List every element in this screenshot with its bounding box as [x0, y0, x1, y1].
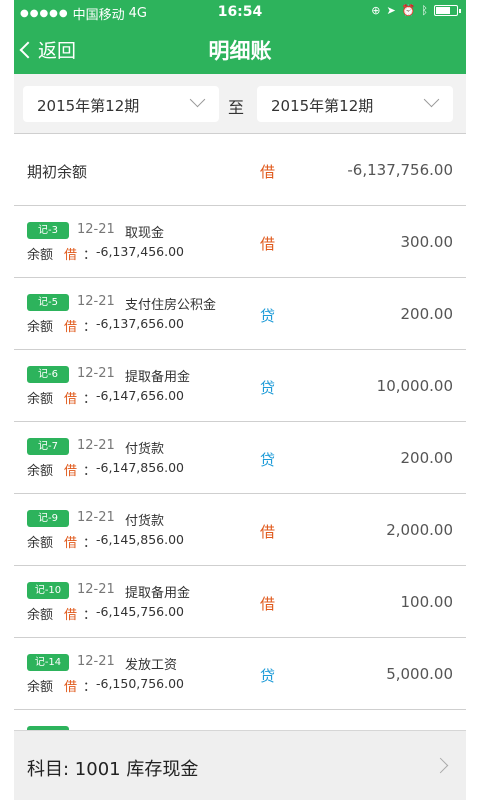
period-to-label: 至: [228, 98, 245, 117]
balance-amount: -6,145,856.00: [96, 532, 185, 547]
balance-amount: -6,137,656.00: [96, 316, 185, 331]
balance-amount: -6,137,456.00: [96, 244, 185, 259]
balance-colon: ：: [83, 392, 97, 407]
balance-direction: 借: [64, 536, 78, 551]
chevron-down-icon: [189, 91, 206, 108]
page-title: 明细账: [208, 39, 272, 63]
entry-row[interactable]: 记-7 12-21 付货款 余额 借 ： -6,147,856.00 贷 200…: [14, 422, 466, 494]
period-from-select[interactable]: 2015年第12期: [23, 86, 219, 122]
balance-label: 余额: [27, 608, 54, 623]
entry-row[interactable]: 记-14 12-21 发放工资 余额 借 ： -6,150,756.00 贷 5…: [14, 638, 466, 710]
voucher-badge: 记-5: [27, 294, 69, 311]
opening-direction: 借: [260, 163, 276, 181]
balance-label: 余额: [27, 320, 54, 335]
balance-colon: ：: [83, 680, 97, 695]
bluetooth-icon: ᛒ: [421, 4, 428, 17]
app-frame: ●●●●● 中国移动 4G 16:54 ⊕ ➤ ⏰ ᛒ 返回 明细账 2015年…: [14, 0, 466, 800]
entry-date: 12-21: [77, 294, 115, 309]
entry-direction: 贷: [260, 667, 276, 685]
entry-description: 发放工资: [125, 658, 178, 673]
opening-amount: -6,137,756.00: [347, 161, 453, 179]
chevron-right-icon: [432, 757, 449, 774]
balance-direction: 借: [64, 248, 78, 263]
balance-amount: -6,147,656.00: [96, 388, 185, 403]
status-right: ⊕ ➤ ⏰ ᛒ: [371, 4, 461, 17]
entry-amount: 100.00: [400, 593, 454, 611]
entry-direction: 贷: [260, 451, 276, 469]
entry-row[interactable]: 记-5 12-21 支付住房公积金 余额 借 ： -6,137,656.00 贷…: [14, 278, 466, 350]
account-label: 科目: 1001 库存现金: [27, 759, 199, 780]
entry-date: 12-21: [77, 654, 115, 669]
balance-colon: ：: [83, 320, 97, 335]
opening-balance-row: 期初余额 借 -6,137,756.00: [14, 134, 466, 206]
entry-amount: 200.00: [400, 305, 454, 323]
balance-amount: -6,150,756.00: [96, 676, 185, 691]
entry-description: 提取备用金: [125, 586, 191, 601]
balance-amount: -6,147,856.00: [96, 460, 185, 475]
entry-amount: 5,000.00: [386, 665, 453, 683]
entry-description: 支付住房公积金: [125, 298, 217, 313]
balance-amount: -6,145,756.00: [96, 604, 185, 619]
entry-description: 提取备用金: [125, 370, 191, 385]
entry-description: 取现金: [125, 226, 165, 241]
account-footer-bar[interactable]: 科目: 1001 库存现金: [14, 730, 466, 800]
balance-label: 余额: [27, 248, 54, 263]
balance-direction: 借: [64, 392, 78, 407]
entry-direction: 贷: [260, 379, 276, 397]
balance-direction: 借: [64, 320, 78, 335]
voucher-badge: 记-6: [27, 366, 69, 383]
entry-date: 12-21: [77, 222, 115, 237]
balance-colon: ：: [83, 608, 97, 623]
entry-amount: 300.00: [400, 233, 454, 251]
voucher-badge: 记-10: [27, 582, 69, 599]
balance-colon: ：: [83, 536, 97, 551]
location-arrow-icon: ➤: [386, 4, 396, 17]
voucher-badge: 记-9: [27, 510, 69, 527]
entry-date: 12-21: [77, 510, 115, 525]
entry-row[interactable]: 记-9 12-21 付货款 余额 借 ： -6,145,856.00 借 2,0…: [14, 494, 466, 566]
opening-balance-label: 期初余额: [27, 163, 88, 181]
nav-bar: 返回 明细账: [14, 24, 466, 74]
balance-direction: 借: [64, 680, 78, 695]
entry-date: 12-21: [77, 582, 115, 597]
entry-direction: 贷: [260, 307, 276, 325]
voucher-badge: 记-7: [27, 438, 69, 455]
status-bar: ●●●●● 中国移动 4G 16:54 ⊕ ➤ ⏰ ᛒ: [14, 0, 466, 24]
entry-amount: 200.00: [400, 449, 454, 467]
balance-colon: ：: [83, 248, 97, 263]
balance-label: 余额: [27, 392, 54, 407]
lock-rotation-icon: ⊕: [371, 4, 381, 17]
voucher-badge: 记-14: [27, 654, 69, 671]
balance-direction: 借: [64, 608, 78, 623]
entry-list: 记-3 12-21 取现金 余额 借 ： -6,137,456.00 借 300…: [14, 206, 466, 710]
entry-description: 付货款: [125, 514, 165, 529]
entry-direction: 借: [260, 235, 276, 253]
entry-amount: 2,000.00: [386, 521, 453, 539]
period-to-value: 2015年第12期: [271, 97, 374, 115]
entry-row[interactable]: 记-10 12-21 提取备用金 余额 借 ： -6,145,756.00 借 …: [14, 566, 466, 638]
entry-row[interactable]: 记-6 12-21 提取备用金 余额 借 ： -6,147,656.00 贷 1…: [14, 350, 466, 422]
entry-direction: 借: [260, 595, 276, 613]
balance-direction: 借: [64, 464, 78, 479]
entry-direction: 借: [260, 523, 276, 541]
entry-date: 12-21: [77, 438, 115, 453]
entry-date: 12-21: [77, 366, 115, 381]
alarm-icon: ⏰: [401, 4, 416, 17]
entry-amount: 10,000.00: [376, 377, 453, 395]
entry-description: 付货款: [125, 442, 165, 457]
balance-label: 余额: [27, 536, 54, 551]
period-selector: 2015年第12期 至 2015年第12期: [14, 74, 466, 134]
period-from-value: 2015年第12期: [37, 97, 140, 115]
balance-colon: ：: [83, 464, 97, 479]
balance-label: 余额: [27, 680, 54, 695]
voucher-badge: 记-3: [27, 222, 69, 239]
period-to-select[interactable]: 2015年第12期: [257, 86, 453, 122]
balance-label: 余额: [27, 464, 54, 479]
entry-row[interactable]: 记-3 12-21 取现金 余额 借 ： -6,137,456.00 借 300…: [14, 206, 466, 278]
battery-icon: [434, 5, 461, 16]
chevron-down-icon: [423, 91, 440, 108]
